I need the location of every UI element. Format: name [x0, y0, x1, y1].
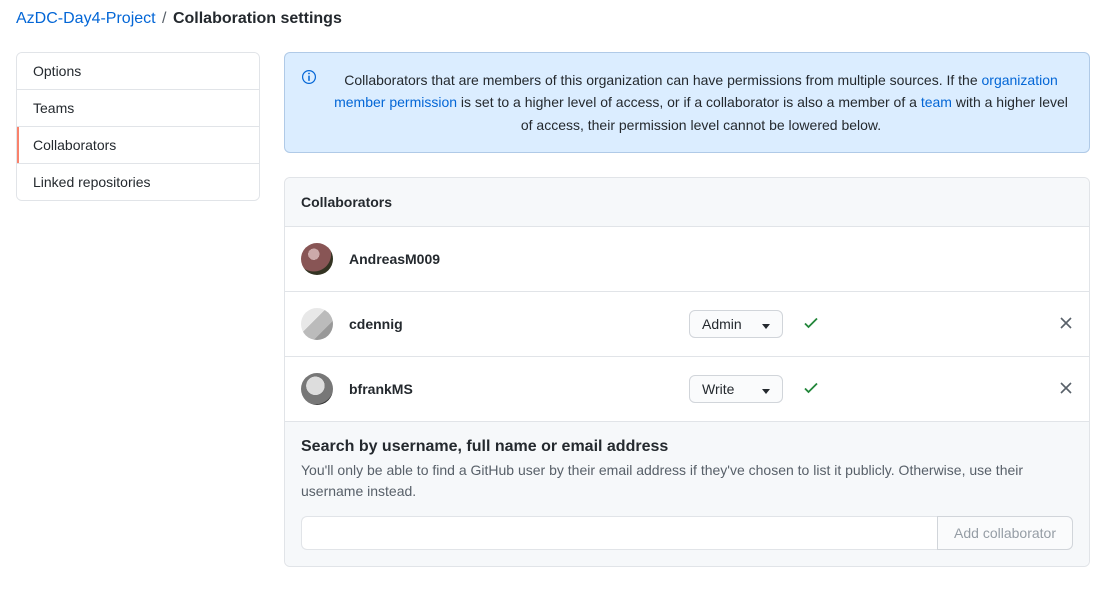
avatar	[301, 243, 333, 275]
collaborator-row: bfrankMS Write	[285, 357, 1089, 422]
sidebar-item-label: Collaborators	[33, 137, 116, 153]
info-icon	[301, 69, 317, 91]
role-select[interactable]: Admin	[689, 310, 783, 338]
search-subtext: You'll only be able to find a GitHub use…	[301, 460, 1073, 502]
banner-text-1: Collaborators that are members of this o…	[344, 72, 981, 88]
collaborators-box: Collaborators AndreasM009 cdennig Admin	[284, 177, 1090, 567]
role-select-label: Admin	[702, 316, 742, 332]
breadcrumb-current: Collaboration settings	[173, 10, 342, 27]
search-title: Search by username, full name or email a…	[301, 438, 1073, 456]
sidebar-item-label: Linked repositories	[33, 174, 151, 190]
sidebar-item-label: Options	[33, 63, 81, 79]
avatar	[301, 373, 333, 405]
remove-collaborator-button[interactable]	[1059, 381, 1073, 398]
remove-collaborator-button[interactable]	[1059, 316, 1073, 333]
breadcrumb-project-link[interactable]: AzDC-Day4-Project	[16, 10, 156, 27]
caret-down-icon	[762, 381, 770, 397]
sidebar-item-linked-repositories[interactable]: Linked repositories	[17, 164, 259, 200]
check-icon	[803, 315, 819, 334]
role-select[interactable]: Write	[689, 375, 783, 403]
avatar	[301, 308, 333, 340]
add-collaborator-button[interactable]: Add collaborator	[937, 516, 1073, 550]
sidebar-item-teams[interactable]: Teams	[17, 90, 259, 127]
settings-sidebar: Options Teams Collaborators Linked repos…	[16, 52, 260, 567]
role-select-label: Write	[702, 381, 734, 397]
collaborator-username[interactable]: cdennig	[349, 316, 689, 332]
breadcrumb: AzDC-Day4-Project / Collaboration settin…	[16, 10, 1090, 28]
breadcrumb-sep: /	[162, 10, 166, 27]
caret-down-icon	[762, 316, 770, 332]
collaborator-row: AndreasM009	[285, 227, 1089, 292]
info-banner: Collaborators that are members of this o…	[284, 52, 1090, 153]
add-collaborator-footer: Search by username, full name or email a…	[285, 422, 1089, 566]
collaborator-search-input[interactable]	[301, 516, 937, 550]
collaborator-username[interactable]: AndreasM009	[349, 251, 689, 267]
check-icon	[803, 380, 819, 399]
collaborators-header: Collaborators	[285, 178, 1089, 227]
banner-text-2: is set to a higher level of access, or i…	[461, 94, 921, 110]
collaborator-username[interactable]: bfrankMS	[349, 381, 689, 397]
collaborator-row: cdennig Admin	[285, 292, 1089, 357]
sidebar-item-collaborators[interactable]: Collaborators	[17, 127, 259, 164]
sidebar-item-label: Teams	[33, 100, 74, 116]
team-link[interactable]: team	[921, 94, 952, 110]
sidebar-item-options[interactable]: Options	[17, 53, 259, 90]
